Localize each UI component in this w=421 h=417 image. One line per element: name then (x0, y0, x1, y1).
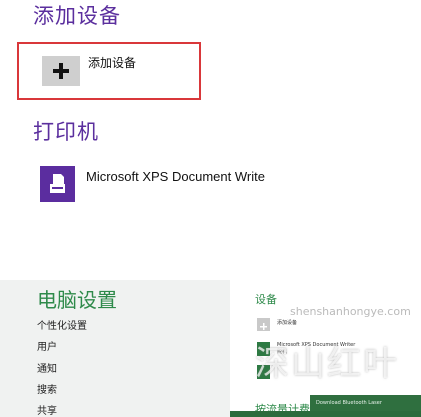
add-device-small-label[interactable]: 添加设备 (277, 319, 297, 326)
nav-item-users[interactable]: 用户 (37, 338, 57, 353)
add-devices-heading: 添加设备 (33, 4, 121, 28)
printer-tile (40, 166, 75, 202)
plus-icon (53, 63, 69, 79)
context-menu-label: Download Bluetooth Laser (316, 400, 382, 406)
nav-item-notifications[interactable]: 通知 (37, 360, 57, 375)
printers-heading: 打印机 (33, 120, 99, 144)
pc-settings-nav: 电脑设置 个性化设置 用户 通知 搜索 共享 (0, 280, 230, 417)
bottom-bar (230, 411, 421, 417)
devices-pane-title: 设备 (255, 293, 277, 306)
nav-item-personalize[interactable]: 个性化设置 (37, 317, 87, 332)
nav-item-share[interactable]: 共享 (37, 402, 57, 417)
plus-tile (42, 56, 80, 86)
pc-settings-title: 电脑设置 (37, 288, 117, 312)
printer-item[interactable]: Microsoft XPS Document Write (40, 164, 360, 204)
printer-name: Microsoft XPS Document Write (86, 169, 265, 184)
watermark-url: shenshanhongye.com (290, 305, 411, 318)
watermark-glyphs: 深山红叶 (255, 344, 399, 384)
add-device-button[interactable]: 添加设备 (17, 42, 201, 100)
devices-panel: 添加设备 添加设备 打印机 Microsoft XPS Document Wri… (0, 0, 421, 268)
add-device-label: 添加设备 (88, 56, 137, 70)
plus-glyph-icon (260, 323, 267, 330)
plus-icon[interactable] (257, 318, 270, 331)
printer-icon (50, 174, 65, 193)
nav-item-search[interactable]: 搜索 (37, 381, 57, 396)
